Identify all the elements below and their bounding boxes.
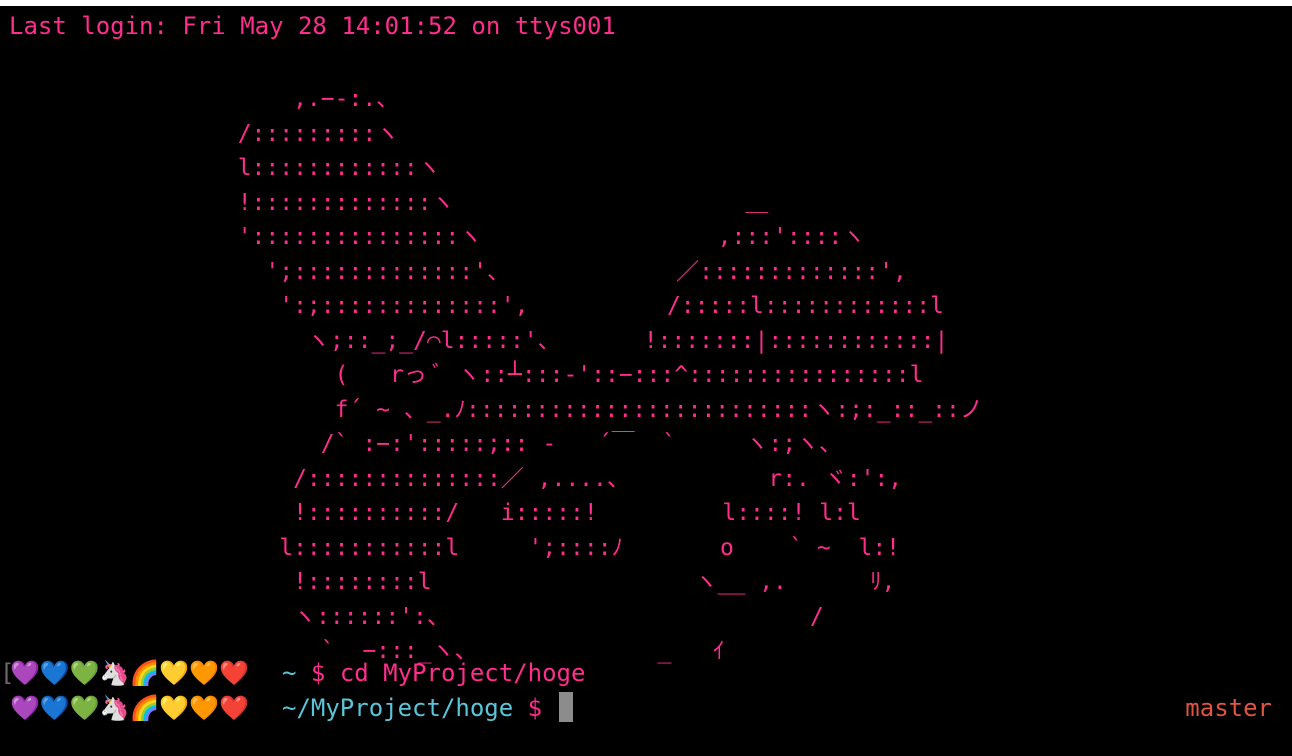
prompt-path: ~/MyProject/hoge	[282, 694, 514, 722]
git-branch-indicator: master	[1185, 694, 1272, 722]
terminal-window[interactable]: Last login: Fri May 28 14:01:52 on ttys0…	[0, 6, 1292, 756]
previous-prompt-line: [ 💜💙💚🦄🌈💛🧡❤️ ~ $ cd MyProject/hoge	[0, 657, 585, 689]
ascii-art: ,.−-:.、 /:::::::::ヽ l::::::::::::ヽ !::::…	[237, 86, 983, 664]
prompt-path: ~	[282, 659, 297, 687]
prompt-path-group: ~/MyProject/hoge $	[282, 692, 573, 724]
prompt-emoji: 💜💙💚🦄🌈💛🧡❤️	[10, 659, 250, 687]
prompt-dollar: $	[527, 694, 543, 722]
prompt-emoji: 💜💙💚🦄🌈💛🧡❤️	[10, 694, 250, 722]
previous-command: cd MyProject/hoge	[339, 659, 586, 687]
prompt-dollar: $	[310, 659, 326, 687]
text-cursor[interactable]	[558, 692, 573, 722]
last-login-line: Last login: Fri May 28 14:01:52 on ttys0…	[9, 12, 616, 40]
current-prompt-line[interactable]: 💜💙💚🦄🌈💛🧡❤️ ~/MyProject/hoge $	[0, 692, 573, 724]
prompt-path-group: ~ $ cd MyProject/hoge	[282, 657, 585, 689]
